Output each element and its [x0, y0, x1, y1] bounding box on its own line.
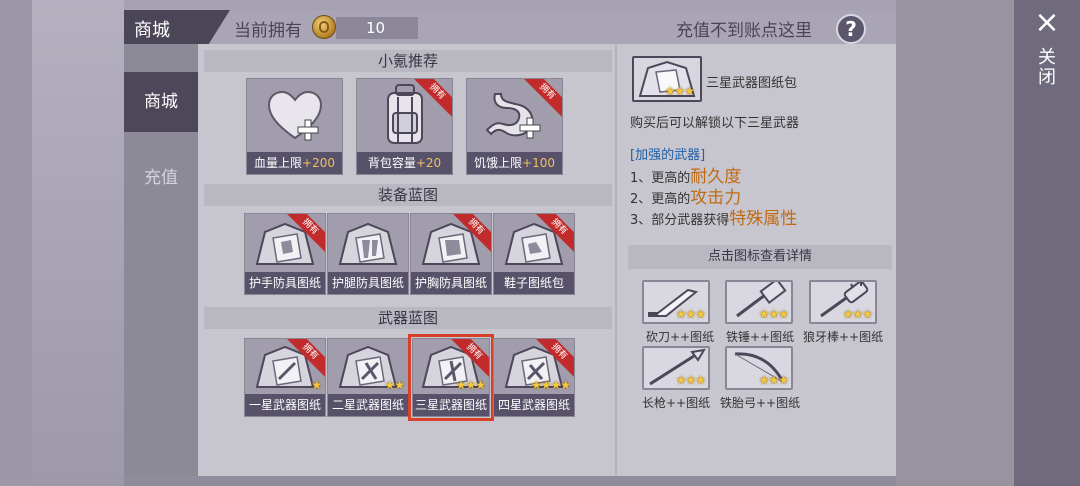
- item-caption: 鞋子图纸包: [494, 272, 574, 294]
- owned-label: 当前拥有: [234, 21, 302, 41]
- hammer-icon[interactable]: ★★★: [725, 277, 793, 324]
- sidebar-item-shop[interactable]: 商城: [124, 72, 198, 132]
- enhanced-line-3: 3、部分武器获得特殊属性: [630, 209, 798, 229]
- shop-item-weapon-2star[interactable]: ★★ 二星武器图纸: [327, 338, 409, 417]
- shop-item-chest-blueprint[interactable]: 拥有 护胸防具图纸: [410, 213, 492, 295]
- item-caption: 护腿防具图纸: [328, 272, 408, 294]
- close-label[interactable]: 关闭: [1034, 48, 1060, 88]
- shop-item-leg-blueprint[interactable]: 护腿防具图纸: [327, 213, 409, 295]
- shop-item-weapon-3star[interactable]: 拥有 ★★★ 三星武器图纸: [408, 334, 494, 421]
- blueprint-bag-icon: [328, 214, 408, 272]
- item-caption: 三星武器图纸: [413, 394, 489, 416]
- star-rating: ★★: [384, 378, 404, 392]
- detail-hint: 点击图标查看详情: [628, 245, 892, 269]
- star-rating: ★★★: [842, 307, 873, 321]
- shop-item-hp[interactable]: 血量上限+200: [246, 78, 343, 175]
- background-left: [32, 0, 124, 486]
- item-caption: 一星武器图纸: [245, 394, 325, 416]
- shop-item-shoe-blueprint[interactable]: 拥有 鞋子图纸包: [493, 213, 575, 295]
- shop-item-hunger[interactable]: 拥有 饥饿上限+100: [466, 78, 563, 175]
- star-rating: ★★★: [455, 378, 486, 392]
- star-rating: ★: [311, 378, 322, 392]
- recharge-help-link[interactable]: 充值不到账点这里: [676, 16, 812, 41]
- help-icon[interactable]: ?: [836, 14, 866, 44]
- detail-thumbnail: ★★★: [632, 56, 702, 102]
- item-caption: 护手防具图纸: [245, 272, 325, 294]
- item-caption: 护胸防具图纸: [411, 272, 491, 294]
- star-rating: ★★★: [758, 373, 789, 387]
- machete-icon[interactable]: ★★★: [642, 280, 710, 324]
- star-rating: ★★★: [758, 307, 789, 321]
- shop-item-weapon-4star[interactable]: 拥有 ★★★★ 四星武器图纸: [493, 338, 575, 417]
- section-title-weapons: 武器蓝图: [204, 307, 612, 329]
- heart-plus-icon: [247, 79, 342, 152]
- item-caption: 血量上限+200: [247, 152, 342, 174]
- star-rating: ★★★: [675, 307, 706, 321]
- section-title-equipment: 装备蓝图: [204, 184, 612, 206]
- section-title-recommend: 小氪推荐: [204, 50, 612, 72]
- panel-divider: [615, 44, 617, 476]
- sidebar-item-recharge[interactable]: 充值: [124, 148, 198, 208]
- item-caption: 背包容量+20: [357, 152, 452, 174]
- spiked-club-icon[interactable]: ★★★: [809, 280, 877, 324]
- item-caption: 饥饿上限+100: [467, 152, 562, 174]
- shop-item-weapon-1star[interactable]: 拥有 ★ 一星武器图纸: [244, 338, 326, 417]
- star-rating: ★★★★: [530, 378, 571, 392]
- item-caption: 四星武器图纸: [494, 394, 574, 416]
- star-rating: ★★★: [675, 373, 706, 387]
- bow-icon[interactable]: ★★★: [725, 346, 793, 390]
- detail-name: 三星武器图纸包: [706, 76, 798, 91]
- weapon-label: 铁锤++图纸: [726, 330, 795, 344]
- shop-item-glove-blueprint[interactable]: 拥有 护手防具图纸: [244, 213, 326, 295]
- close-icon[interactable]: ×: [1032, 8, 1062, 38]
- coin-icon: [312, 15, 336, 39]
- weapon-label: 砍刀++图纸: [646, 330, 715, 344]
- weapon-label: 长枪++图纸: [642, 396, 711, 410]
- enhanced-title: [加强的武器]: [630, 148, 706, 163]
- background-right: [896, 0, 1014, 486]
- shop-item-backpack[interactable]: 拥有 背包容量+20: [356, 78, 453, 175]
- background-top: [124, 0, 896, 10]
- page-title: 商城: [134, 20, 170, 41]
- spear-icon[interactable]: ★★★: [642, 346, 710, 390]
- background-strip: [0, 0, 32, 486]
- detail-desc: 购买后可以解锁以下三星武器: [630, 116, 800, 131]
- coin-value: 10: [366, 19, 386, 37]
- item-caption: 二星武器图纸: [328, 394, 408, 416]
- weapon-label: 狼牙棒++图纸: [803, 330, 884, 344]
- weapon-label: 铁胎弓++图纸: [720, 396, 801, 410]
- star-rating: ★★★: [664, 84, 695, 98]
